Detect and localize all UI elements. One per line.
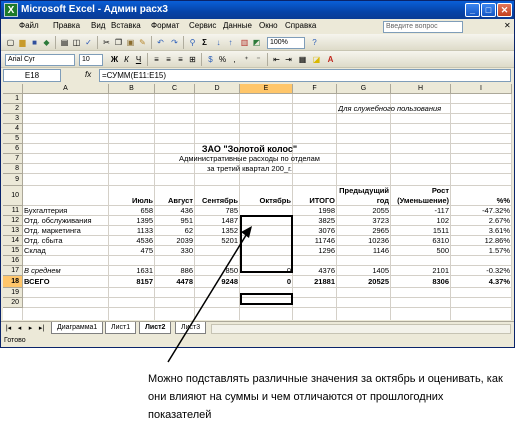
tab-sheet2[interactable]: Лист2 [139, 322, 172, 334]
annotation-caption: Можно подставлять различные значения за … [148, 373, 503, 421]
